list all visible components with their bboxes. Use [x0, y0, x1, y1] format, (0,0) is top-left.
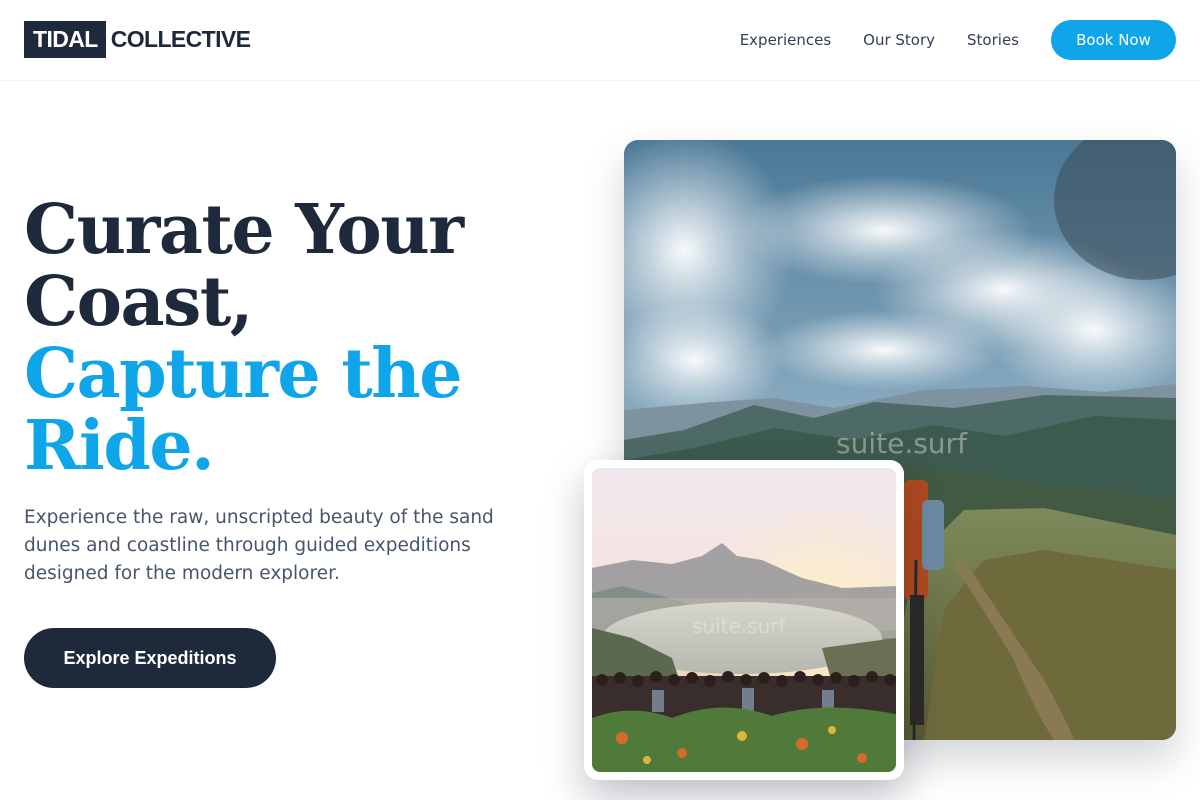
sunset-viewpoint-photo-frame: suite.surf — [592, 468, 896, 772]
hero-secondary-image-card: suite.surf — [584, 460, 904, 780]
brand-logo[interactable]: TIDAL COLLECTIVE — [24, 21, 251, 58]
card-image-watermark: suite.surf — [692, 614, 786, 638]
explore-expeditions-button[interactable]: Explore Expeditions — [24, 628, 276, 688]
main-image-watermark: suite.surf — [836, 427, 967, 460]
hero-title: Curate Your Coast, Capture the Ride. — [24, 194, 584, 482]
hero-title-line-1: Curate Your — [24, 190, 464, 270]
hero-subtitle: Experience the raw, unscripted beauty of… — [24, 507, 494, 584]
hero-title-accent: Capture the Ride. — [24, 334, 462, 486]
site-header: TIDAL COLLECTIVE Experiences Our Story S… — [0, 0, 1200, 81]
nav-link-experiences[interactable]: Experiences — [740, 31, 831, 49]
hero-title-line-2: Coast, — [24, 262, 253, 342]
book-now-button[interactable]: Book Now — [1051, 20, 1176, 60]
main-nav: Experiences Our Story Stories Book Now — [740, 20, 1176, 60]
nav-link-stories[interactable]: Stories — [967, 31, 1019, 49]
nav-link-our-story[interactable]: Our Story — [863, 31, 935, 49]
brand-logo-box: TIDAL — [24, 21, 106, 58]
brand-logo-text: COLLECTIVE — [110, 26, 251, 52]
